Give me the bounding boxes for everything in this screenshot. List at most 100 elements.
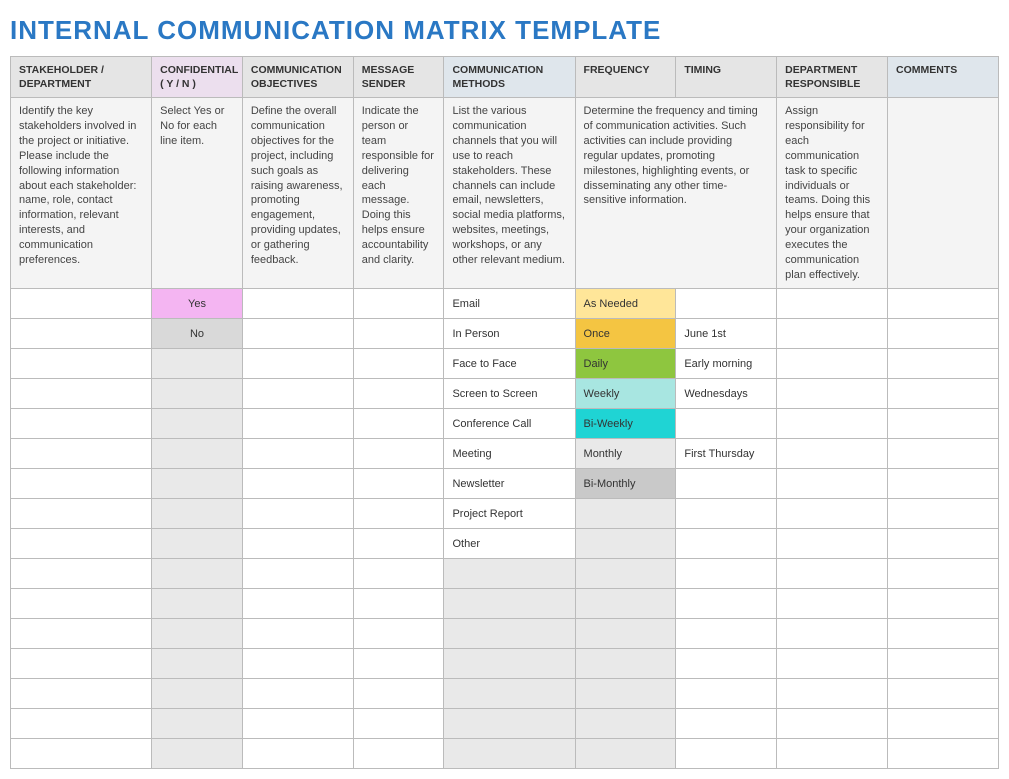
cell-comments[interactable]: [888, 499, 999, 529]
empty-cell[interactable]: [575, 619, 676, 649]
cell-sender[interactable]: [353, 499, 444, 529]
empty-cell[interactable]: [152, 679, 243, 709]
cell-confidential[interactable]: [152, 469, 243, 499]
empty-cell[interactable]: [353, 619, 444, 649]
empty-cell[interactable]: [444, 679, 575, 709]
cell-stakeholder[interactable]: [11, 379, 152, 409]
empty-cell[interactable]: [888, 709, 999, 739]
empty-cell[interactable]: [777, 589, 888, 619]
cell-method[interactable]: Other: [444, 529, 575, 559]
cell-comments[interactable]: [888, 439, 999, 469]
cell-responsible[interactable]: [777, 289, 888, 319]
empty-cell[interactable]: [777, 679, 888, 709]
cell-comments[interactable]: [888, 529, 999, 559]
cell-sender[interactable]: [353, 289, 444, 319]
cell-frequency[interactable]: Bi-Weekly: [575, 409, 676, 439]
empty-cell[interactable]: [11, 649, 152, 679]
cell-objectives[interactable]: [242, 469, 353, 499]
cell-stakeholder[interactable]: [11, 349, 152, 379]
cell-sender[interactable]: [353, 439, 444, 469]
cell-objectives[interactable]: [242, 409, 353, 439]
cell-timing[interactable]: Early morning: [676, 349, 777, 379]
cell-frequency[interactable]: Daily: [575, 349, 676, 379]
cell-confidential[interactable]: [152, 349, 243, 379]
empty-cell[interactable]: [575, 679, 676, 709]
cell-method[interactable]: Face to Face: [444, 349, 575, 379]
empty-cell[interactable]: [888, 559, 999, 589]
empty-cell[interactable]: [353, 559, 444, 589]
empty-cell[interactable]: [242, 679, 353, 709]
cell-objectives[interactable]: [242, 529, 353, 559]
empty-cell[interactable]: [444, 559, 575, 589]
cell-comments[interactable]: [888, 319, 999, 349]
empty-cell[interactable]: [353, 709, 444, 739]
cell-sender[interactable]: [353, 349, 444, 379]
empty-cell[interactable]: [444, 709, 575, 739]
cell-objectives[interactable]: [242, 349, 353, 379]
empty-cell[interactable]: [575, 559, 676, 589]
cell-confidential[interactable]: [152, 499, 243, 529]
empty-cell[interactable]: [676, 589, 777, 619]
cell-method[interactable]: Newsletter: [444, 469, 575, 499]
empty-cell[interactable]: [888, 679, 999, 709]
cell-method[interactable]: Project Report: [444, 499, 575, 529]
cell-stakeholder[interactable]: [11, 289, 152, 319]
cell-timing[interactable]: Wednesdays: [676, 379, 777, 409]
cell-comments[interactable]: [888, 349, 999, 379]
empty-cell[interactable]: [888, 589, 999, 619]
empty-cell[interactable]: [444, 619, 575, 649]
empty-cell[interactable]: [242, 589, 353, 619]
empty-cell[interactable]: [888, 619, 999, 649]
empty-cell[interactable]: [242, 709, 353, 739]
cell-confidential[interactable]: [152, 439, 243, 469]
empty-cell[interactable]: [242, 559, 353, 589]
cell-method[interactable]: In Person: [444, 319, 575, 349]
cell-comments[interactable]: [888, 409, 999, 439]
cell-stakeholder[interactable]: [11, 529, 152, 559]
cell-responsible[interactable]: [777, 379, 888, 409]
cell-responsible[interactable]: [777, 439, 888, 469]
empty-cell[interactable]: [575, 649, 676, 679]
cell-comments[interactable]: [888, 289, 999, 319]
cell-frequency[interactable]: Weekly: [575, 379, 676, 409]
empty-cell[interactable]: [11, 559, 152, 589]
cell-objectives[interactable]: [242, 379, 353, 409]
cell-timing[interactable]: [676, 529, 777, 559]
cell-comments[interactable]: [888, 379, 999, 409]
cell-objectives[interactable]: [242, 319, 353, 349]
cell-confidential[interactable]: No: [152, 319, 243, 349]
cell-frequency[interactable]: Monthly: [575, 439, 676, 469]
empty-cell[interactable]: [575, 709, 676, 739]
empty-cell[interactable]: [11, 709, 152, 739]
cell-timing[interactable]: [676, 409, 777, 439]
cell-objectives[interactable]: [242, 289, 353, 319]
cell-objectives[interactable]: [242, 439, 353, 469]
cell-frequency[interactable]: As Needed: [575, 289, 676, 319]
cell-sender[interactable]: [353, 469, 444, 499]
cell-timing[interactable]: [676, 499, 777, 529]
empty-cell[interactable]: [353, 679, 444, 709]
cell-method[interactable]: Conference Call: [444, 409, 575, 439]
cell-stakeholder[interactable]: [11, 469, 152, 499]
empty-cell[interactable]: [676, 619, 777, 649]
cell-stakeholder[interactable]: [11, 319, 152, 349]
cell-stakeholder[interactable]: [11, 409, 152, 439]
cell-sender[interactable]: [353, 409, 444, 439]
cell-frequency[interactable]: [575, 499, 676, 529]
cell-sender[interactable]: [353, 379, 444, 409]
cell-timing[interactable]: [676, 469, 777, 499]
cell-frequency[interactable]: [575, 529, 676, 559]
cell-responsible[interactable]: [777, 349, 888, 379]
cell-responsible[interactable]: [777, 499, 888, 529]
empty-cell[interactable]: [353, 589, 444, 619]
cell-method[interactable]: Meeting: [444, 439, 575, 469]
cell-stakeholder[interactable]: [11, 499, 152, 529]
cell-responsible[interactable]: [777, 319, 888, 349]
empty-cell[interactable]: [152, 709, 243, 739]
empty-cell[interactable]: [676, 649, 777, 679]
empty-cell[interactable]: [777, 709, 888, 739]
cell-confidential[interactable]: [152, 529, 243, 559]
cell-timing[interactable]: June 1st: [676, 319, 777, 349]
cell-stakeholder[interactable]: [11, 439, 152, 469]
empty-cell[interactable]: [676, 709, 777, 739]
